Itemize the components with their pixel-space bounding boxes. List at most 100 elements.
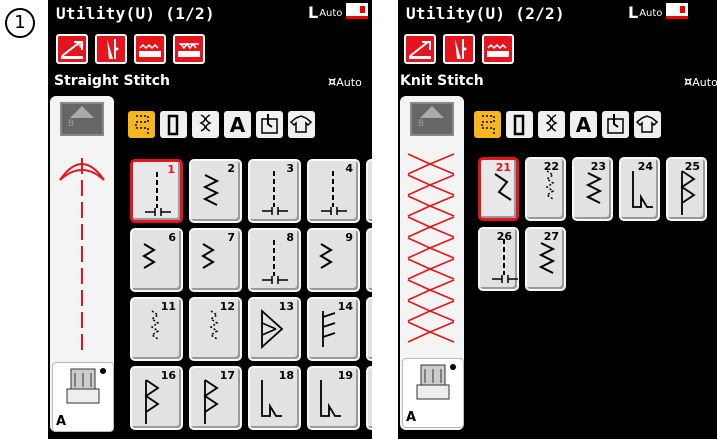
tab-utility[interactable] xyxy=(128,111,155,138)
stitch-button-8[interactable]: 8 xyxy=(248,228,301,292)
category-tabs: A xyxy=(474,111,661,138)
stitch-button-7[interactable]: 7 xyxy=(189,228,242,292)
buttonhole-category-icon xyxy=(513,114,525,136)
stitch-button-20[interactable]: 20 xyxy=(366,366,372,430)
tab-applique[interactable] xyxy=(602,111,629,138)
screen-title: Utility(U) (1/2) xyxy=(56,4,215,23)
stitch-number: 25 xyxy=(684,160,700,173)
stitch-button-5[interactable]: 5 xyxy=(366,159,372,223)
applique-category-icon xyxy=(261,114,278,134)
stitch-number: 4 xyxy=(345,162,353,175)
stitch-preview-panel: A xyxy=(50,96,114,432)
tool-bar: + xyxy=(56,34,205,64)
stitch-button-4[interactable]: 4 xyxy=(307,159,360,223)
stitch-number: 12 xyxy=(219,300,235,313)
stitch-button-10[interactable]: 10 xyxy=(366,228,372,292)
double-edge-guide-icon xyxy=(178,42,200,57)
stitch-15-pattern-icon xyxy=(368,299,372,359)
tab-applique[interactable] xyxy=(256,111,283,138)
stitch-button-26[interactable]: 26 xyxy=(478,227,519,291)
presser-foot-icon: L xyxy=(628,3,639,22)
stitch-name-label: Knit Stitch xyxy=(400,73,484,89)
tension-label: Auto xyxy=(336,76,362,89)
stitch-number: 13 xyxy=(278,300,294,313)
auto-tension-indicator: ¤Auto xyxy=(328,75,362,90)
stitch-button-11[interactable]: 11 xyxy=(130,297,183,361)
svg-text:+: + xyxy=(76,40,84,51)
presser-foot-icon xyxy=(416,364,456,400)
needle-mode-button[interactable] xyxy=(443,34,475,64)
tab-decorative[interactable] xyxy=(192,111,219,138)
stitch-button-2[interactable]: 2 xyxy=(189,159,242,223)
needle-mode-icon xyxy=(455,39,467,59)
stitch-number: 11 xyxy=(160,300,176,313)
category-tabs: A xyxy=(128,111,315,138)
edge-guide-icon xyxy=(487,43,509,57)
stitch-button-21[interactable]: 21 xyxy=(478,157,519,221)
screen-utility-page-1: Utility(U) (1/2) LAuto + Straight Stitch… xyxy=(48,0,372,439)
tab-decorative[interactable] xyxy=(538,111,565,138)
stitch-number: 14 xyxy=(337,300,353,313)
stitch-number: 7 xyxy=(227,231,235,244)
stitch-number: 1 xyxy=(167,163,175,176)
stitch-number: 9 xyxy=(345,231,353,244)
stitch-button-1[interactable]: 1 xyxy=(130,159,183,223)
stitch-button-13[interactable]: 13 xyxy=(248,297,301,361)
needle-mode-button[interactable] xyxy=(95,34,127,64)
stitch-button-27[interactable]: 27 xyxy=(525,227,566,291)
stitch-button-17[interactable]: 17 xyxy=(189,366,242,430)
stitch-button-9[interactable]: 9 xyxy=(307,228,360,292)
stitch-number: 22 xyxy=(543,160,559,173)
reverse-stitch-button[interactable]: + xyxy=(56,34,88,64)
presser-foot-panel[interactable]: A xyxy=(52,362,114,432)
stitch-button-25[interactable]: 25 xyxy=(666,157,707,221)
stitch-button-12[interactable]: 12 xyxy=(189,297,242,361)
presser-foot-icon xyxy=(66,368,106,404)
stitch-number: 23 xyxy=(590,160,606,173)
double-edge-guide-button[interactable] xyxy=(173,34,205,64)
tab-garment[interactable] xyxy=(288,111,315,138)
stitch-button-14[interactable]: 14 xyxy=(307,297,360,361)
reverse-stitch-button[interactable] xyxy=(404,34,436,64)
stitch-button-19[interactable]: 19 xyxy=(307,366,360,430)
tab-alphabet[interactable]: A xyxy=(224,111,251,138)
stitch-number: 24 xyxy=(637,160,653,173)
edge-guide-button[interactable] xyxy=(482,34,514,64)
tab-utility[interactable] xyxy=(474,111,501,138)
tab-garment[interactable] xyxy=(634,111,661,138)
stitch-number: 17 xyxy=(219,369,235,382)
stitch-button-3[interactable]: 3 xyxy=(248,159,301,223)
tab-buttonhole[interactable] xyxy=(160,111,187,138)
stitch-button-24[interactable]: 24 xyxy=(619,157,660,221)
decorative-category-icon xyxy=(199,114,212,132)
stitch-number: 2 xyxy=(227,162,235,175)
presser-foot-panel[interactable]: A xyxy=(402,358,464,428)
alphabet-category-icon: A xyxy=(575,112,592,137)
decorative-category-icon xyxy=(545,114,558,132)
utility-category-icon xyxy=(481,115,495,134)
auto-tension-indicator: ¤Auto xyxy=(684,75,717,90)
stitch-button-16[interactable]: 16 xyxy=(130,366,183,430)
stitch-grid: 1234567891011121314151617181920 xyxy=(130,159,372,430)
knit-stitch-preview-icon xyxy=(407,153,455,343)
tab-buttonhole[interactable] xyxy=(506,111,533,138)
reverse-stitch-icon: + xyxy=(61,40,84,59)
stitch-button-15[interactable]: 15 xyxy=(366,297,372,361)
presser-foot-label: A xyxy=(406,410,417,425)
stitch-button-18[interactable]: 18 xyxy=(248,366,301,430)
tab-alphabet[interactable]: A xyxy=(570,111,597,138)
stitch-preview-panel: A xyxy=(400,96,464,430)
stitch-button-6[interactable]: 6 xyxy=(130,228,183,292)
stitch-button-23[interactable]: 23 xyxy=(572,157,613,221)
garment-category-icon xyxy=(289,115,313,133)
stitch-width-icon[interactable] xyxy=(60,102,104,136)
applique-category-icon xyxy=(607,114,624,134)
stitch-number: 26 xyxy=(496,230,512,243)
stitch-button-22[interactable]: 22 xyxy=(525,157,566,221)
edge-guide-button[interactable] xyxy=(134,34,166,64)
stitch-width-icon[interactable] xyxy=(410,102,454,136)
auto-label: Auto xyxy=(319,8,343,19)
garment-category-icon xyxy=(635,115,659,133)
stitch-number: 6 xyxy=(168,231,176,244)
stitch-grid: 21 22 23 24 25 26 27 xyxy=(478,157,707,291)
